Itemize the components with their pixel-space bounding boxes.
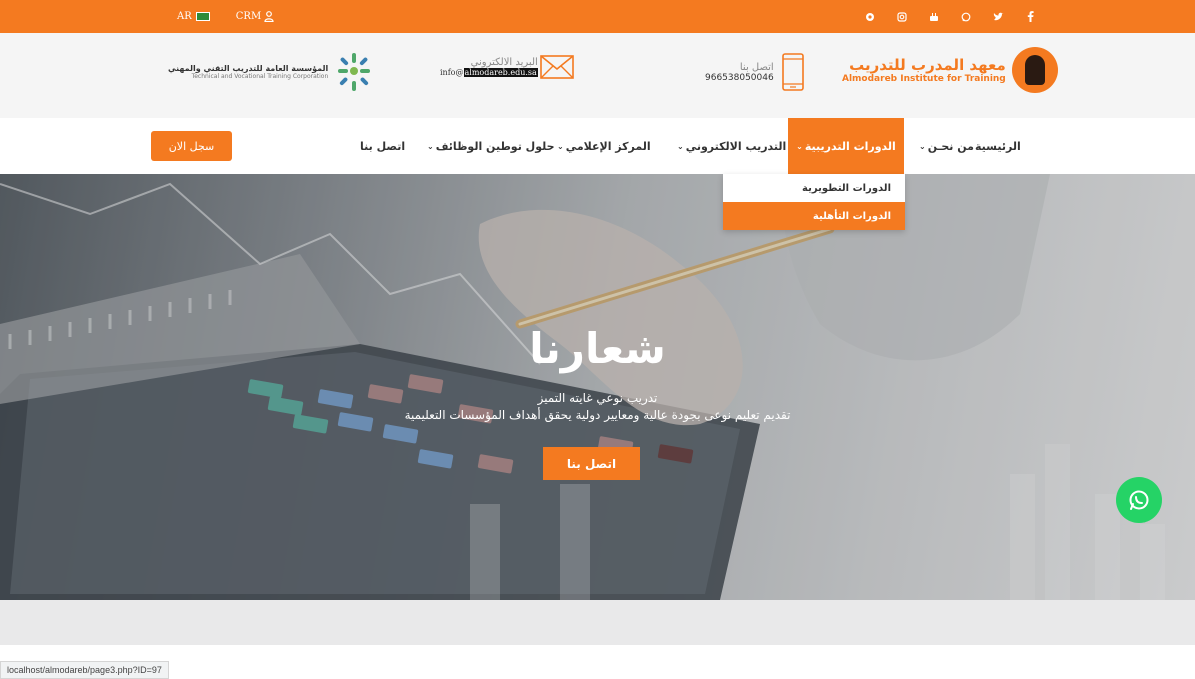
email-text: البريد الالكتروني info@almodareb.edu.sa — [440, 57, 538, 77]
tvtc-name-ar: المؤسسة العامة للتدريب التقني والمهني — [168, 64, 329, 73]
email-value: info@almodareb.edu.sa — [440, 68, 538, 77]
hero-banner: شعارنا تدريب نوعي غايته التميز تقديم تعل… — [0, 174, 1195, 600]
nav-jobs-label: حلول توطين الوظائف — [435, 139, 555, 153]
tvtc-logo[interactable]: المؤسسة العامة للتدريب التقني والمهني Te… — [168, 51, 374, 93]
crm-link[interactable]: CRM — [236, 11, 274, 22]
main-nav: سجل الان اتصل بنا ⌄ حلول توطين الوظائف ⌄… — [0, 118, 1195, 174]
chevron-down-icon: ⌄ — [427, 141, 434, 151]
dropdown-item-qualification-courses[interactable]: الدورات التأهلية — [723, 202, 905, 230]
phone-label: اتصل بنا — [739, 61, 774, 73]
instagram-icon[interactable] — [896, 11, 908, 23]
courses-dropdown: الدورات التطويرية الدورات التأهلية — [723, 174, 905, 230]
brand-emblem-icon — [1011, 47, 1058, 93]
whatsapp-small-icon[interactable] — [960, 11, 972, 23]
hero-subtitle-2: تقديم تعليم نوعى بجودة عالية ومعايير دول… — [404, 408, 791, 422]
hero-title: شعارنا — [529, 324, 666, 373]
bottom-strip — [0, 645, 1195, 679]
brand-name-ar: معهد المدرب للتدريب — [849, 56, 1006, 74]
brand-name-en: Almodareb Institute for Training — [842, 74, 1006, 84]
site-header: المؤسسة العامة للتدريب التقني والمهني Te… — [0, 33, 1195, 118]
top-bar: AR CRM — [0, 0, 1195, 33]
tvtc-name-en: Technical and Vocational Training Corpor… — [191, 73, 329, 80]
nav-item-home[interactable]: الرئيسية — [975, 118, 1021, 174]
mobile-phone-icon — [781, 53, 804, 91]
phone-contact[interactable]: اتصل بنا 966538050046 — [705, 53, 804, 91]
nav-courses-label: الدورات التدريبية — [804, 139, 896, 153]
chevron-down-icon: ⌄ — [557, 141, 564, 151]
language-switch[interactable]: AR — [177, 11, 210, 22]
nav-item-jobs[interactable]: ⌄ حلول توطين الوظائف — [427, 118, 555, 174]
hero-contact-button[interactable]: اتصل بنا — [543, 447, 640, 480]
tvtc-emblem-icon — [338, 53, 371, 91]
phone-number: 966538050046 — [705, 72, 774, 83]
chevron-down-icon: ⌄ — [677, 141, 684, 151]
hero-subtitle-1: تدريب نوعي غايته التميز — [537, 391, 658, 405]
email-contact[interactable]: البريد الالكتروني info@almodareb.edu.sa — [440, 55, 574, 79]
envelope-icon — [539, 55, 574, 79]
language-label: AR — [177, 11, 192, 22]
nav-elearning-label: التدريب الالكتروني — [685, 139, 787, 153]
twitter-icon[interactable] — [992, 11, 1004, 23]
circle-icon[interactable] — [864, 11, 876, 23]
brand-logo[interactable]: معهد المدرب للتدريب Almodareb Institute … — [842, 47, 1058, 93]
brand-text: معهد المدرب للتدريب Almodareb Institute … — [842, 56, 1006, 84]
nav-item-courses[interactable]: ⌄ الدورات التدريبية — [788, 118, 904, 174]
below-hero-band — [0, 600, 1195, 645]
tvtc-text: المؤسسة العامة للتدريب التقني والمهني Te… — [168, 64, 328, 80]
nav-item-contact[interactable]: اتصل بنا — [360, 118, 405, 174]
user-icon — [264, 11, 274, 22]
youtube-icon[interactable] — [928, 11, 940, 23]
chevron-down-icon: ⌄ — [919, 141, 926, 151]
social-links — [864, 0, 1036, 33]
email-prefix: info@ — [440, 68, 464, 77]
register-button[interactable]: سجل الان — [151, 131, 232, 161]
chevron-down-icon: ⌄ — [796, 141, 803, 151]
email-domain: almodareb.edu.sa — [463, 68, 538, 77]
facebook-icon[interactable] — [1024, 11, 1036, 23]
dropdown-item-development-courses[interactable]: الدورات التطويرية — [723, 174, 905, 202]
email-label: البريد الالكتروني — [470, 57, 538, 68]
nav-item-about[interactable]: ⌄ من نحـن — [919, 118, 974, 174]
saudi-flag-icon — [195, 12, 210, 21]
hero-overlay — [0, 174, 1195, 600]
nav-item-elearning[interactable]: ⌄ التدريب الالكتروني — [677, 118, 786, 174]
top-bar-left: AR CRM — [177, 0, 274, 33]
phone-text: اتصل بنا 966538050046 — [705, 62, 774, 83]
nav-media-label: المركز الإعلامي — [565, 139, 651, 153]
whatsapp-icon — [1129, 490, 1149, 510]
status-bar-url: localhost/almodareb/page3.php?ID=97 — [0, 661, 169, 679]
whatsapp-float-button[interactable] — [1116, 477, 1162, 523]
nav-home-label: الرئيسية — [975, 139, 1021, 153]
nav-item-media[interactable]: ⌄ المركز الإعلامي — [557, 118, 651, 174]
nav-about-label: من نحـن — [927, 139, 974, 153]
crm-label: CRM — [235, 11, 262, 22]
nav-contact-label: اتصل بنا — [360, 139, 406, 153]
